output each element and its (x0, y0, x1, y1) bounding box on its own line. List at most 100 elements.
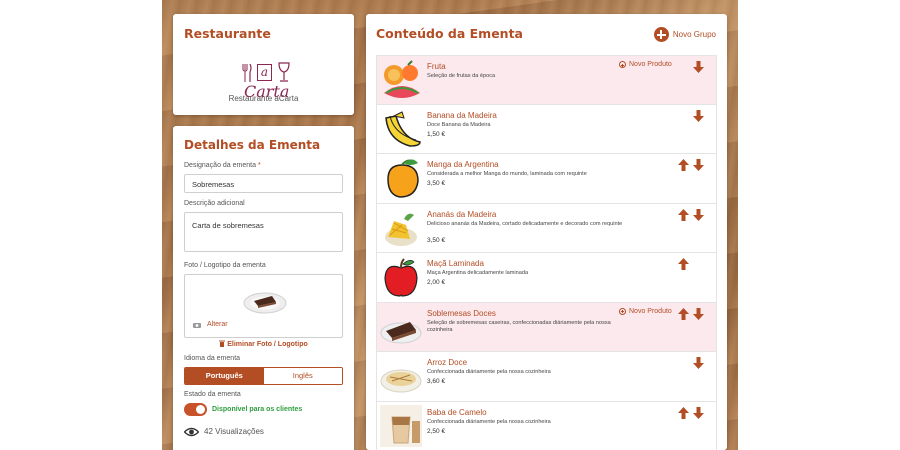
menu-content-card: Conteúdo da Ementa Novo Grupo Fruta Seleç… (366, 14, 727, 450)
item-description: Maça Argentina delicadamente laminada (427, 270, 529, 276)
reorder-controls (678, 257, 708, 270)
move-down-arrow-icon[interactable] (693, 307, 704, 320)
plus-circle-icon (653, 27, 669, 42)
restaurant-card: Restaurante a Carta Restaurante aCarta (173, 14, 354, 115)
photo-label: Foto / Logotipo da ementa (184, 262, 266, 269)
item-description: Doce Banana da Madeira (427, 121, 491, 128)
item-name[interactable]: Ananás da Madeira (427, 210, 496, 219)
item-description: Confeccionada diáriamente pela nossa coz… (427, 369, 551, 375)
rice-pudding-icon (380, 369, 422, 393)
move-down-arrow-icon[interactable] (693, 60, 704, 73)
item-name[interactable]: Banana da Madeira (427, 111, 497, 120)
new-group-button[interactable]: Novo Grupo (653, 27, 716, 42)
new-product-button[interactable]: Novo Produto (619, 61, 672, 68)
move-up-arrow-icon[interactable] (678, 208, 689, 221)
reorder-controls (678, 356, 708, 369)
move-down-arrow-icon[interactable] (693, 208, 704, 221)
designation-label-text: Designação da ementa (184, 162, 256, 169)
cutlery-icon (242, 64, 252, 82)
views-count: 42 (204, 427, 213, 436)
state-label: Estado da ementa (184, 391, 241, 398)
menu-group-row[interactable]: Fruta Seleção de frutas da época Novo Prod… (376, 55, 717, 105)
move-up-arrow-icon[interactable] (678, 307, 689, 320)
menu-details-title: Detalhes da Ementa (184, 138, 321, 152)
required-mark: * (257, 162, 261, 169)
language-label: Idioma da ementa (184, 355, 241, 362)
move-down-arrow-icon[interactable] (693, 356, 704, 369)
language-toggle: Português Inglês (184, 367, 343, 385)
views-counter: 42 Visualizações (204, 427, 264, 436)
menu-product-row[interactable]: Arroz Doce Confeccionada diáriamente pela… (376, 352, 717, 402)
menu-product-row[interactable]: Ananás da Madeira Delicioso ananás da Mad… (376, 203, 717, 253)
description-textarea[interactable]: Carta de sobremesas (184, 212, 343, 252)
views-label: Visualizações (215, 427, 264, 436)
item-name[interactable]: Soblemesas Doces (427, 309, 496, 318)
reorder-controls (678, 406, 708, 419)
reorder-controls (678, 60, 708, 73)
plus-circle-icon (619, 307, 626, 315)
delete-photo-label: Eliminar Foto / Logotipo (227, 341, 308, 348)
plus-circle-icon (619, 61, 626, 68)
move-up-arrow-icon[interactable] (678, 257, 689, 270)
menu-product-row[interactable]: Maçã Laminada Maça Argentina delicadament… (376, 253, 717, 303)
trash-icon (219, 340, 226, 347)
new-product-button[interactable]: Novo Produto (619, 307, 672, 315)
move-down-arrow-icon[interactable] (693, 109, 704, 122)
item-price: 2,00 € (427, 279, 446, 286)
item-description: Considerada a melhor Manga do mundo, lam… (427, 171, 587, 177)
photo-upload-box[interactable]: Alterar (184, 274, 343, 338)
item-price: 2,50 € (427, 427, 446, 435)
item-name[interactable]: Fruta (427, 62, 446, 71)
item-price: 3,50 € (427, 236, 446, 244)
eye-icon (184, 427, 199, 437)
item-name[interactable]: Maçã Laminada (427, 259, 484, 268)
designation-label: Designação da ementa * (184, 162, 261, 169)
mango-icon (387, 159, 419, 198)
restaurant-name: Restaurante aCarta (228, 94, 299, 103)
move-up-arrow-icon[interactable] (678, 406, 689, 419)
move-up-arrow-icon[interactable] (678, 158, 689, 171)
restaurant-card-title: Restaurante (184, 26, 271, 41)
delete-photo-link[interactable]: Eliminar Foto / Logotipo (173, 340, 354, 348)
change-photo-link[interactable]: Alterar (207, 321, 228, 328)
language-option-portuguese[interactable]: Português (185, 368, 264, 384)
availability-status: Disponível para os clientes (212, 406, 303, 413)
menu-details-card: Detalhes da Ementa Designação da ementa … (173, 126, 354, 450)
item-price: 3,50 € (427, 180, 446, 187)
new-group-label: Novo Grupo (672, 30, 716, 39)
banana-icon (385, 110, 421, 147)
item-description: Confeccionada diáriamente pela nossa coz… (427, 418, 551, 425)
move-down-arrow-icon[interactable] (693, 158, 704, 171)
menu-product-row[interactable]: Banana da Madeira Doce Banana da Madeira 1… (376, 104, 717, 154)
move-down-arrow-icon[interactable] (693, 406, 704, 419)
menu-item-list: Fruta Seleção de frutas da época Novo Prod… (376, 55, 717, 450)
item-name[interactable]: Baba de Camelo (427, 408, 487, 417)
wood-background: Restaurante a Carta Restaurante aCarta D… (162, 0, 738, 450)
item-name[interactable]: Manga da Argentina (427, 160, 499, 169)
menu-product-row[interactable]: Baba de Camelo Confeccionada diáriamente … (376, 401, 717, 450)
language-option-english[interactable]: Inglês (263, 368, 342, 384)
restaurant-logo: a Carta (242, 50, 299, 101)
menu-content-title: Conteúdo da Ementa (376, 26, 523, 41)
apple-icon (384, 258, 418, 297)
description-label: Descrição adicional (184, 200, 245, 207)
item-name[interactable]: Arroz Doce (427, 358, 467, 367)
baba-camelo-icon (380, 404, 422, 447)
item-price: 1,50 € (427, 130, 446, 138)
menu-photo (243, 292, 287, 314)
menu-product-row[interactable]: Manga da Argentina Considerada a melhor M… (376, 154, 717, 204)
item-description: Seleção de sobremesas caseiras, confecci… (427, 319, 611, 333)
pineapple-icon (385, 213, 417, 246)
item-description: Seleção de frutas da época (427, 73, 496, 79)
designation-input[interactable]: Sobremesas (184, 174, 343, 193)
new-product-label: Novo Produto (629, 307, 672, 315)
availability-switch[interactable] (184, 403, 207, 416)
cake-icon (380, 321, 422, 343)
item-description: Delicioso ananás da Madeira, cortado del… (427, 220, 623, 227)
reorder-controls (678, 109, 708, 122)
menu-group-row[interactable]: Soblemesas Doces Seleção de sobremesas ca… (376, 302, 717, 352)
reorder-controls (678, 208, 708, 221)
logo-letter: a (257, 64, 272, 81)
item-price: 3,60 € (427, 378, 446, 385)
new-product-label: Novo Produto (629, 61, 672, 68)
